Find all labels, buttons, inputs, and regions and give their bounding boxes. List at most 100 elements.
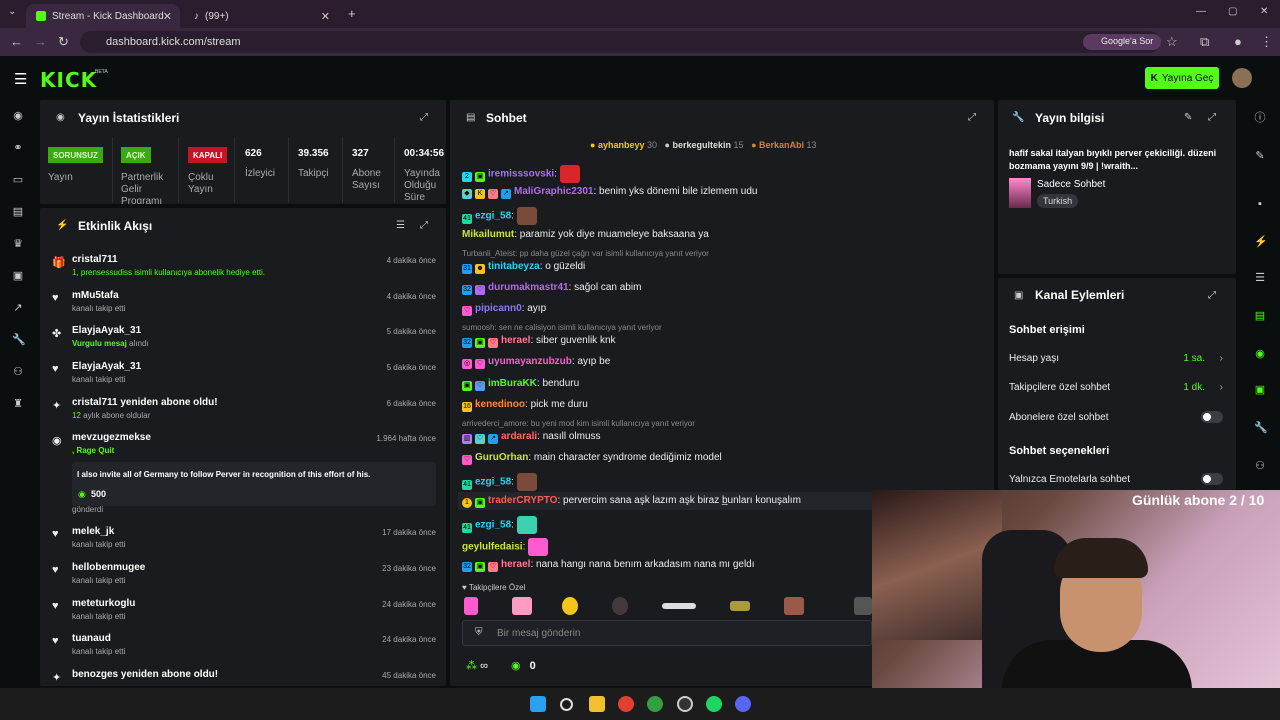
chat-message[interactable]: 32 ▣ ♡ herael: nana hangı nana benım arkada… [462,559,755,572]
chat-username[interactable]: imBuraKK [488,378,537,389]
maximize-icon[interactable]: ▢ [1228,6,1237,17]
expand-icon[interactable]: ⤢ [968,112,976,123]
new-tab-icon[interactable]: + [348,6,356,21]
wrench-icon[interactable]: 🔧 [12,334,26,346]
forward-icon[interactable]: → [34,34,47,49]
back-icon[interactable]: ← [10,34,23,49]
chat-username[interactable]: herael [501,559,530,570]
gifter-name[interactable]: berkegultekin [672,140,731,150]
analytics-icon[interactable]: ↗ [12,302,24,314]
channel-icon[interactable]: ▣ [1254,384,1266,396]
bot-icon[interactable]: ♜ [12,398,24,410]
expand-icon[interactable]: ⤢ [420,220,428,231]
users-icon[interactable]: ⚇ [1254,460,1266,472]
chat-message[interactable]: geylulfedaisi: [462,538,549,556]
chat-message[interactable]: ▥ ♡ ↗ ardarali: nasıll olmuss [462,431,601,444]
chat-icon[interactable]: ▤ [1254,310,1266,322]
info-icon[interactable]: ⓘ [1254,112,1266,124]
google-ask-button[interactable]: Google'a Sor [1083,34,1162,50]
chat-message[interactable]: 32 ♡ durumakmastr41: sağol can abim [462,282,641,295]
chrome-icon[interactable] [647,696,663,712]
category-name[interactable]: Sadece Sohbet [1037,179,1105,190]
minimize-icon[interactable]: — [1196,6,1206,17]
hamburger-menu-icon[interactable]: ☰ [14,70,27,88]
tab-search-icon[interactable]: ⌄ [8,6,16,17]
kick-logo[interactable]: KICK [40,68,97,92]
emote[interactable] [562,597,578,615]
chat-message[interactable]: ◆ K ♡ ↗ MaliGraphic2301: benim yks dönemi bi… [462,186,757,199]
bookmark-star-icon[interactable]: ☆ [1166,34,1178,50]
expand-icon[interactable]: ⤢ [420,112,428,123]
chat-message[interactable]: 31 ☻ tinitabeyza: o güzeldi [462,261,585,274]
chat-username[interactable]: GuruOrhan [475,452,528,463]
chat-username[interactable]: tinitabeyza [488,261,540,272]
kicks-icon[interactable]: ◉ [511,660,521,672]
chat-message[interactable]: 41 ezgi_58: [462,207,537,225]
close-window-icon[interactable]: ✕ [1260,6,1268,17]
chat-message[interactable]: Mikailumut: paramiz yok diye muameleye b… [462,229,709,240]
emote[interactable] [730,601,750,611]
followers-only-row[interactable]: Takipçilere özel sohbet 1 dk. › [1009,382,1223,393]
chat-username[interactable]: kenedinoo [475,399,525,410]
emote[interactable] [854,597,872,615]
expand-icon[interactable]: ⤢ [1208,290,1216,301]
emote[interactable] [512,597,532,615]
chat-message[interactable]: 41 ezgi_58: [462,473,537,491]
chat-username[interactable]: ezgi_58 [475,211,511,222]
bolt-icon[interactable]: ⚡ [1254,236,1268,248]
emote-only-toggle[interactable] [1201,473,1223,485]
filter-icon[interactable]: ☰ [396,220,405,231]
chat-username[interactable]: durumakmastr41 [488,282,569,293]
account-age-row[interactable]: Hesap yaşı 1 sa. › [1009,353,1223,364]
chat-username[interactable]: ezgi_58 [475,520,511,531]
close-tab-icon[interactable]: ✕ [163,10,172,23]
kicks-stack-icon[interactable]: ⁂ [466,660,477,672]
search-icon[interactable] [560,698,573,711]
trophy-icon[interactable]: ♛ [12,238,24,250]
reload-icon[interactable]: ↻ [58,34,69,50]
chat-username[interactable]: iremisssovski [488,169,554,180]
expand-icon[interactable]: ⤢ [1208,112,1216,123]
gifter-name[interactable]: ayhanbeyy [598,140,645,150]
close-tab-icon[interactable]: ✕ [321,10,330,23]
file-explorer-icon[interactable] [589,696,605,712]
tab-tiktok[interactable]: ♪ (99+) ✕ [184,4,338,28]
stream-icon[interactable]: ◉ [12,110,24,122]
users-icon[interactable]: ⚇ [12,366,24,378]
emote[interactable] [662,603,696,609]
chat-input[interactable]: ⛨ Bir mesaj gönderin [462,620,872,646]
windows-start-icon[interactable] [530,696,546,712]
spotify-icon[interactable] [706,696,722,712]
go-live-button[interactable]: K Yayına Geç [1145,67,1219,89]
user-avatar[interactable] [1232,68,1252,88]
chat-message[interactable]: ♡ GuruOrhan: main character syndrome dedi… [462,452,722,465]
emote[interactable] [784,597,804,615]
extensions-icon[interactable]: ⧉ [1200,34,1209,50]
edit-icon[interactable]: ✎ [1184,112,1192,123]
chat-username[interactable]: geylulfedaisi [462,542,523,553]
chat-username[interactable]: herael [501,335,530,346]
wrench-icon[interactable]: 🔧 [1254,422,1268,434]
discord-icon[interactable] [735,696,751,712]
link-icon[interactable]: ⚭ [12,142,24,154]
emote[interactable] [464,597,478,615]
profile-icon[interactable]: ● [1234,34,1242,49]
library-icon[interactable]: ▤ [12,206,24,218]
chrome-icon[interactable] [618,696,634,712]
gifter-name[interactable]: BerkanAbi [759,140,804,150]
chat-username[interactable]: traderCRYPTO [488,495,557,506]
subs-only-toggle[interactable] [1201,411,1223,423]
tab-kick-dashboard[interactable]: Stream - Kick Dashboard ✕ [26,4,180,28]
chat-message[interactable]: 2 ▣ iremisssovski: [462,165,580,183]
edit-icon[interactable]: ✎ [1254,150,1266,162]
chat-username[interactable]: MaliGraphic2301 [514,186,593,197]
chat-message[interactable]: ♡ pipicann0: ayıp [462,303,546,316]
chat-message[interactable]: 41 ezgi_58: [462,516,537,534]
chat-message[interactable]: 1 ▣ traderCRYPTO: pervercim sana aşk lazım… [462,495,801,508]
chat-username[interactable]: pipicann0 [475,303,522,314]
menu-dots-icon[interactable]: ⋮ [1260,34,1273,50]
chat-username[interactable]: Mikailumut [462,229,514,240]
video-icon[interactable]: ▣ [12,270,24,282]
chat-username[interactable]: ardarali [501,431,537,442]
address-bar[interactable]: dashboard.kick.com/stream [80,31,1160,53]
